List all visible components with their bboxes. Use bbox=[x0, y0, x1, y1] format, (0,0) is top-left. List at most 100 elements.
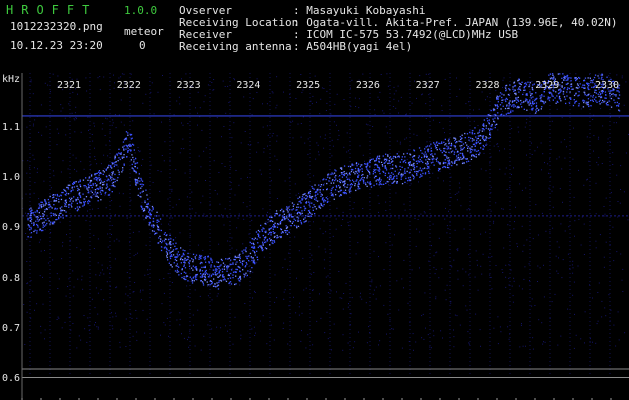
signal-point bbox=[203, 266, 205, 268]
signal-point bbox=[299, 196, 301, 198]
signal-point bbox=[488, 122, 490, 124]
signal-point bbox=[531, 86, 533, 89]
signal-point bbox=[118, 157, 120, 159]
signal-point bbox=[577, 84, 579, 86]
signal-point bbox=[387, 162, 389, 165]
signal-point bbox=[332, 186, 334, 188]
signal-point bbox=[384, 162, 386, 164]
signal-point bbox=[382, 170, 384, 173]
signal-point bbox=[604, 97, 606, 99]
signal-point bbox=[285, 231, 287, 234]
signal-point bbox=[106, 180, 108, 182]
signal-point bbox=[31, 209, 33, 211]
signal-point bbox=[46, 222, 48, 225]
signal-point bbox=[301, 198, 303, 200]
signal-point bbox=[556, 95, 558, 97]
signal-point bbox=[183, 259, 185, 261]
signal-point bbox=[535, 109, 537, 111]
signal-point bbox=[222, 262, 225, 264]
signal-point bbox=[282, 219, 284, 221]
signal-point bbox=[307, 215, 309, 217]
signal-point bbox=[384, 172, 387, 174]
signal-point bbox=[294, 219, 297, 222]
signal-point bbox=[343, 184, 345, 186]
signal-point bbox=[359, 179, 361, 182]
signal-point bbox=[270, 232, 272, 234]
signal-point bbox=[319, 207, 322, 209]
signal-point bbox=[230, 263, 232, 266]
signal-point bbox=[508, 102, 510, 105]
signal-point bbox=[231, 269, 233, 271]
signal-point bbox=[187, 252, 189, 255]
signal-point bbox=[494, 104, 496, 106]
signal-point bbox=[30, 213, 32, 215]
signal-point bbox=[427, 170, 430, 172]
signal-point bbox=[496, 98, 498, 100]
signal-point bbox=[335, 186, 338, 188]
signal-point bbox=[79, 192, 81, 194]
signal-point bbox=[210, 264, 212, 266]
signal-point bbox=[572, 104, 575, 107]
signal-point bbox=[136, 167, 139, 169]
signal-point bbox=[148, 209, 151, 212]
signal-point bbox=[60, 195, 62, 197]
signal-point bbox=[299, 200, 301, 202]
signal-point bbox=[595, 96, 597, 98]
signal-point bbox=[67, 184, 69, 186]
signal-point bbox=[204, 272, 206, 274]
signal-point bbox=[204, 275, 206, 278]
signal-point bbox=[333, 172, 336, 174]
signal-point bbox=[442, 166, 444, 169]
signal-point bbox=[169, 255, 171, 258]
signal-point bbox=[272, 231, 274, 233]
signal-point bbox=[370, 186, 373, 188]
signal-point bbox=[485, 127, 487, 129]
signal-point bbox=[105, 175, 108, 177]
signal-point bbox=[328, 180, 330, 182]
signal-point bbox=[335, 185, 338, 187]
signal-point bbox=[44, 209, 46, 211]
signal-point bbox=[522, 93, 524, 96]
signal-point bbox=[233, 258, 235, 261]
signal-point bbox=[121, 171, 123, 173]
x-tick-label: 2328 bbox=[475, 80, 500, 91]
signal-point bbox=[290, 214, 292, 216]
signal-point bbox=[455, 148, 457, 150]
signal-point bbox=[56, 208, 58, 210]
signal-point bbox=[515, 93, 517, 96]
signal-point bbox=[455, 138, 457, 140]
signal-point bbox=[227, 278, 229, 280]
signal-point bbox=[118, 148, 120, 150]
signal-point bbox=[356, 179, 358, 181]
signal-point bbox=[223, 266, 225, 268]
signal-point bbox=[188, 263, 190, 265]
signal-point bbox=[173, 262, 175, 264]
signal-point bbox=[466, 133, 469, 135]
signal-point bbox=[390, 167, 392, 170]
signal-point bbox=[404, 156, 406, 158]
signal-point bbox=[194, 256, 196, 258]
signal-point bbox=[448, 159, 450, 161]
signal-point bbox=[303, 221, 305, 223]
signal-point bbox=[462, 154, 464, 156]
signal-point bbox=[453, 137, 455, 139]
signal-point bbox=[598, 95, 600, 98]
signal-point bbox=[159, 235, 161, 237]
signal-point bbox=[76, 206, 78, 208]
signal-point bbox=[187, 280, 189, 282]
signal-point bbox=[49, 223, 51, 225]
signal-point bbox=[94, 174, 96, 176]
signal-point bbox=[271, 216, 273, 218]
signal-point bbox=[418, 161, 420, 163]
signal-point bbox=[42, 213, 44, 215]
signal-point bbox=[443, 150, 445, 152]
signal-point bbox=[392, 155, 395, 158]
signal-point bbox=[126, 156, 128, 158]
signal-point bbox=[496, 107, 498, 109]
signal-point bbox=[364, 182, 367, 184]
signal-point bbox=[422, 168, 424, 170]
signal-point bbox=[387, 176, 389, 179]
signal-point bbox=[496, 95, 498, 97]
signal-point bbox=[140, 187, 142, 189]
signal-point bbox=[170, 254, 173, 256]
